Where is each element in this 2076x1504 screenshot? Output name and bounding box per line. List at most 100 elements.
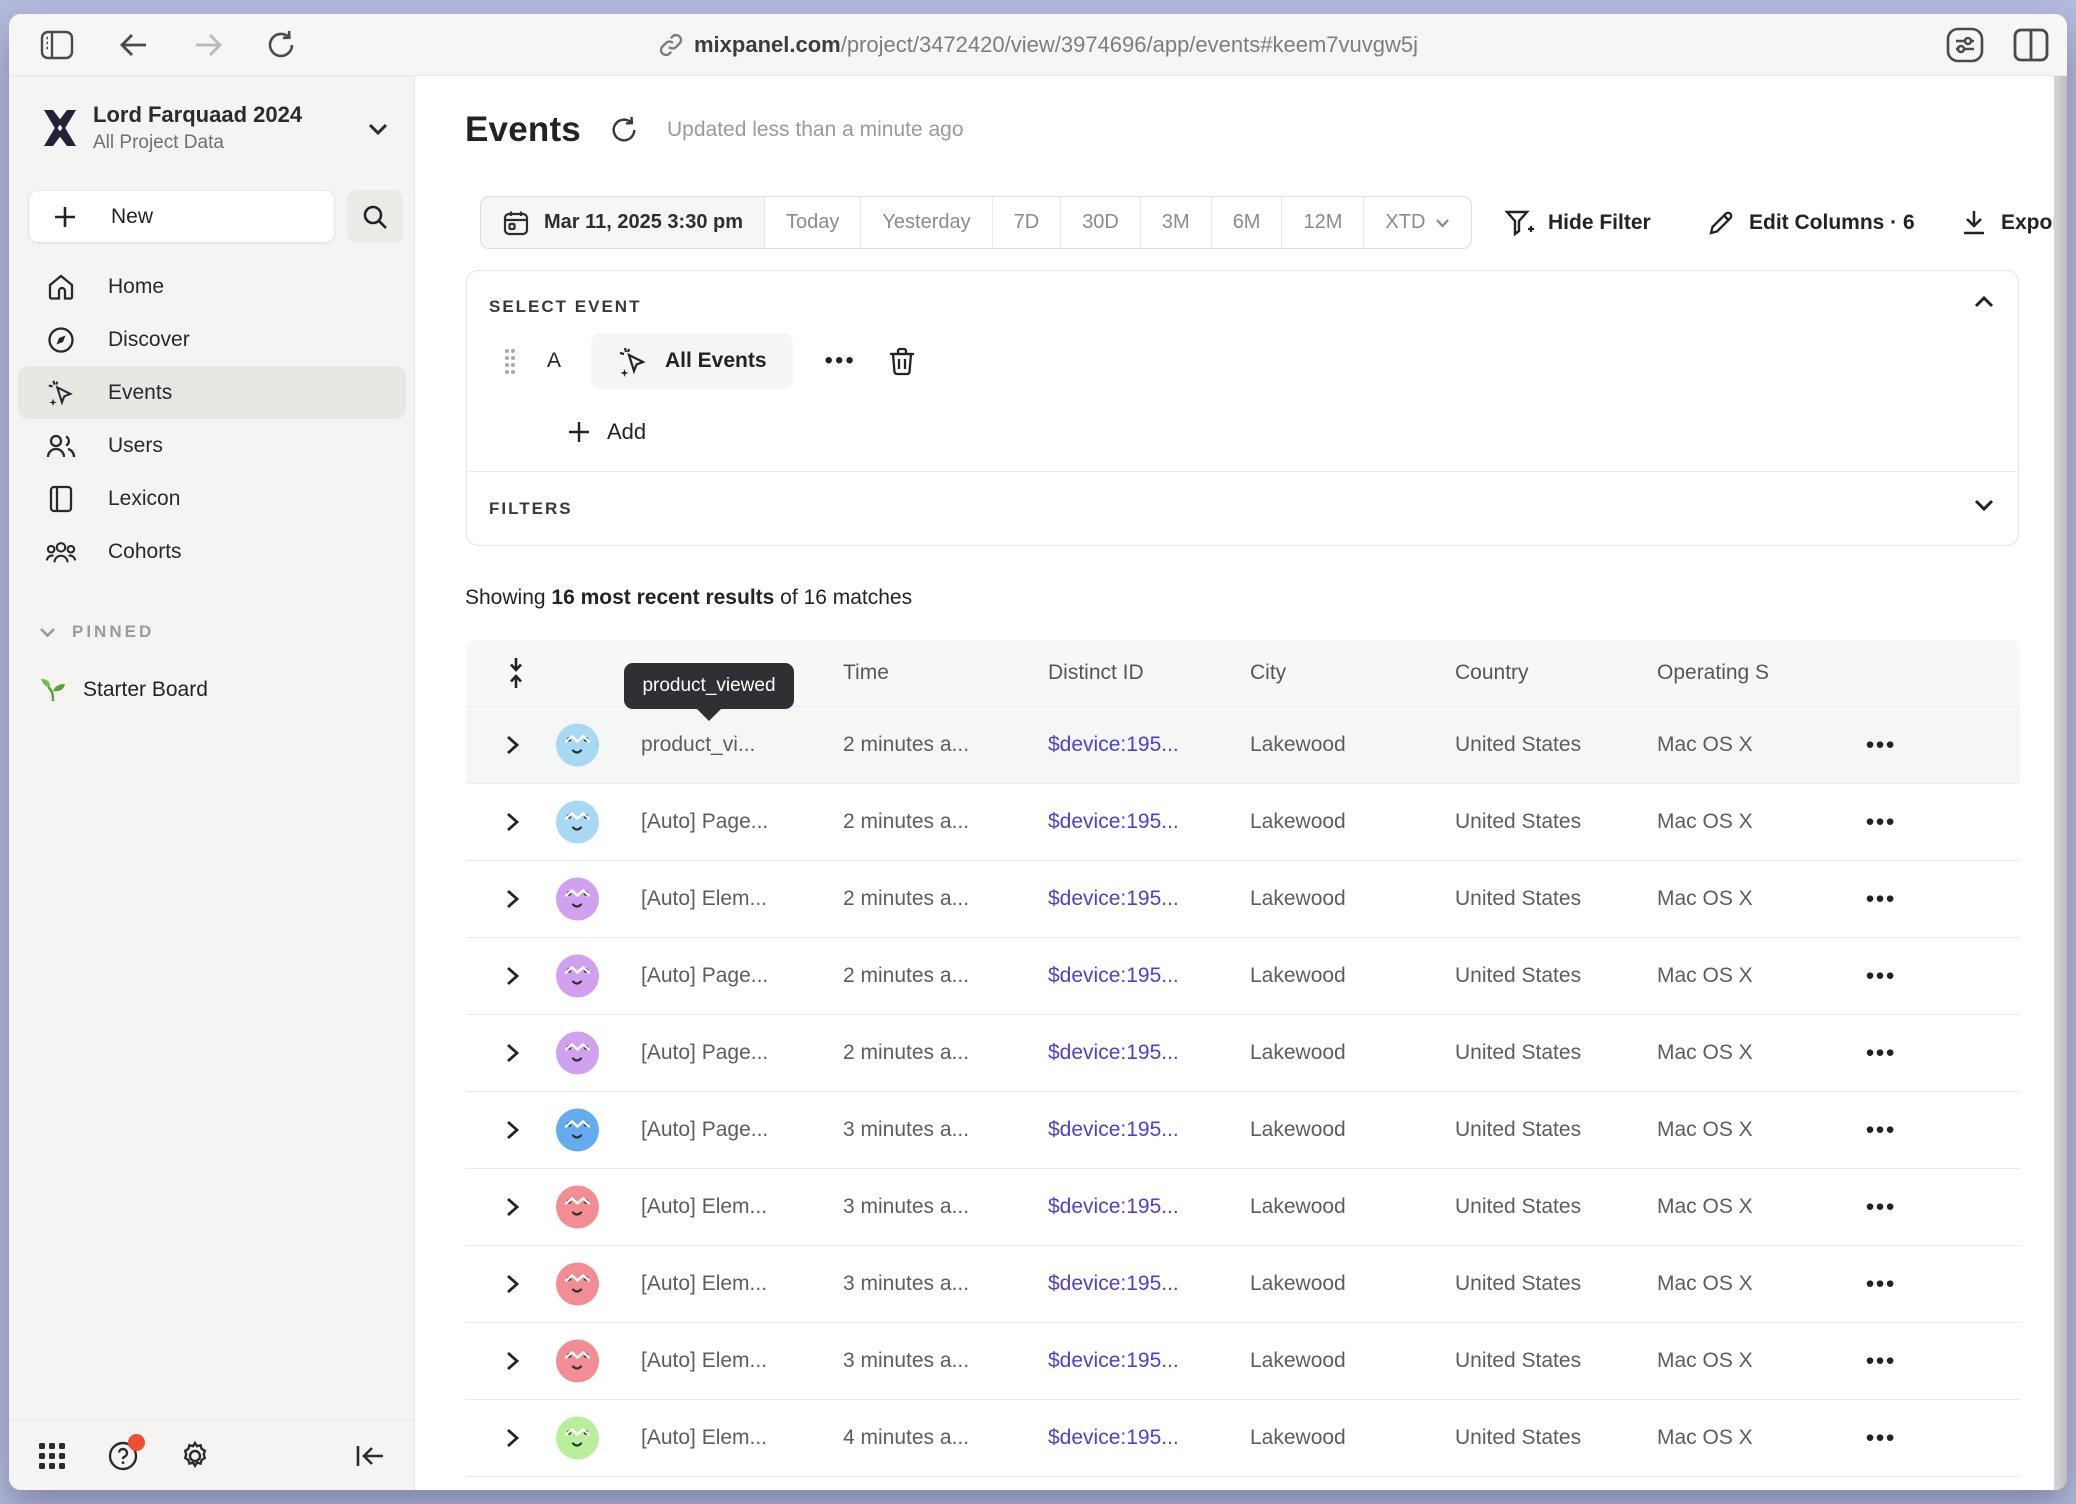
column-header-country[interactable]: Country — [1455, 661, 1529, 685]
sidebar-item-starter-board[interactable]: Starter Board — [39, 676, 208, 704]
column-header-distinct-id[interactable]: Distinct ID — [1048, 661, 1144, 685]
collapse-section-icon[interactable] — [1974, 295, 1994, 308]
date-range-6m[interactable]: 6M — [1211, 197, 1282, 248]
expand-row-icon[interactable] — [506, 1274, 519, 1294]
distinct-id[interactable]: $device:195... — [1048, 1041, 1179, 1065]
sidebar-item-discover[interactable]: Discover — [18, 313, 406, 366]
event-name[interactable]: [Auto] Elem... — [641, 1195, 767, 1219]
row-menu-button[interactable]: ••• — [1866, 963, 1896, 990]
row-menu-button[interactable]: ••• — [1866, 1348, 1896, 1375]
city: Lakewood — [1250, 1349, 1346, 1373]
expand-filters-icon[interactable] — [1974, 499, 1994, 512]
table-row: [Auto] Elem...3 minutes a...$device:195.… — [466, 1323, 2020, 1400]
refresh-results-icon[interactable] — [609, 115, 639, 145]
distinct-id[interactable]: $device:195... — [1048, 887, 1179, 911]
os: Mac OS X — [1657, 1041, 1753, 1065]
expand-row-icon[interactable] — [506, 1351, 519, 1371]
sidebar-item-home[interactable]: Home — [18, 260, 406, 313]
collapse-all-rows-icon[interactable] — [506, 657, 526, 689]
event-name[interactable]: [Auto] Elem... — [641, 1272, 767, 1296]
expand-row-icon[interactable] — [506, 1197, 519, 1217]
sidebar-item-lexicon[interactable]: Lexicon — [18, 472, 406, 525]
date-range-30d[interactable]: 30D — [1060, 197, 1140, 248]
collapse-sidebar-icon[interactable] — [354, 1442, 386, 1470]
city: Lakewood — [1250, 733, 1346, 757]
row-menu-button[interactable]: ••• — [1866, 1271, 1896, 1298]
expand-row-icon[interactable] — [506, 812, 519, 832]
table-row: [Auto] Elem...4 minutes a...$device:195.… — [466, 1400, 2020, 1477]
distinct-id[interactable]: $device:195... — [1048, 1195, 1179, 1219]
expand-row-icon[interactable] — [506, 1428, 519, 1448]
expand-row-icon[interactable] — [506, 1043, 519, 1063]
city: Lakewood — [1250, 964, 1346, 988]
add-event-button[interactable]: Add — [567, 419, 646, 445]
table-row: [Auto] Page...2 minutes a...$device:195.… — [466, 938, 2020, 1015]
column-header-operating-s[interactable]: Operating S — [1657, 661, 1769, 685]
plus-icon — [53, 205, 77, 229]
distinct-id[interactable]: $device:195... — [1048, 733, 1179, 757]
distinct-id[interactable]: $device:195... — [1048, 1426, 1179, 1450]
delete-event-icon[interactable] — [888, 346, 916, 376]
date-range-today[interactable]: Today — [764, 197, 860, 248]
expand-row-icon[interactable] — [506, 966, 519, 986]
os: Mac OS X — [1657, 1195, 1753, 1219]
search-button[interactable] — [347, 190, 403, 243]
help-button[interactable] — [107, 1440, 139, 1472]
date-range-7d[interactable]: 7D — [992, 197, 1061, 248]
url-bar[interactable]: mixpanel.com/project/3472420/view/397469… — [9, 14, 2067, 76]
date-range-12m[interactable]: 12M — [1281, 197, 1363, 248]
page-settings-icon[interactable] — [1945, 26, 1985, 64]
distinct-id[interactable]: $device:195... — [1048, 810, 1179, 834]
expand-row-icon[interactable] — [506, 889, 519, 909]
event-name[interactable]: [Auto] Page... — [641, 1118, 768, 1142]
row-menu-button[interactable]: ••• — [1866, 1040, 1896, 1067]
pinned-section-header[interactable]: PINNED — [39, 622, 154, 642]
mixpanel-logo-icon — [38, 102, 82, 154]
distinct-id[interactable]: $device:195... — [1048, 1272, 1179, 1296]
event-name[interactable]: product_vi... — [641, 733, 755, 757]
row-menu-button[interactable]: ••• — [1866, 732, 1896, 759]
column-header-time[interactable]: Time — [843, 661, 889, 685]
os: Mac OS X — [1657, 1349, 1753, 1373]
hide-filter-button[interactable]: Hide Filter — [1504, 196, 1651, 249]
row-menu-button[interactable]: ••• — [1866, 1117, 1896, 1144]
row-menu-button[interactable]: ••• — [1866, 1194, 1896, 1221]
sidebar-item-label: Discover — [108, 328, 190, 352]
column-header-city[interactable]: City — [1250, 661, 1286, 685]
project-switcher[interactable]: Lord Farquaad 2024 All Project Data — [9, 100, 414, 176]
scrollbar[interactable] — [2054, 76, 2067, 1490]
event-name[interactable]: [Auto] Elem... — [641, 1426, 767, 1450]
table-row: [Auto] Page...2 minutes a...$device:195.… — [466, 784, 2020, 861]
row-menu-button[interactable]: ••• — [1866, 886, 1896, 913]
apps-grid-icon[interactable] — [37, 1441, 67, 1471]
sidebar-item-events[interactable]: Events — [18, 366, 406, 419]
event-name[interactable]: [Auto] Page... — [641, 810, 768, 834]
row-menu-button[interactable]: ••• — [1866, 1425, 1896, 1452]
date-range-3m[interactable]: 3M — [1140, 197, 1211, 248]
event-name[interactable]: [Auto] Elem... — [641, 1349, 767, 1373]
event-avatar — [556, 1109, 599, 1152]
edit-columns-button[interactable]: Edit Columns · 6 — [1707, 196, 1915, 249]
date-picker-button[interactable]: Mar 11, 2025 3:30 pm — [481, 197, 764, 248]
settings-gear-icon[interactable] — [179, 1440, 211, 1472]
date-range-yesterday[interactable]: Yesterday — [860, 197, 991, 248]
event-more-button[interactable]: ••• — [819, 347, 862, 375]
event-avatar — [556, 801, 599, 844]
expand-row-icon[interactable] — [506, 735, 519, 755]
new-button[interactable]: New — [28, 190, 335, 243]
event-name[interactable]: [Auto] Page... — [641, 964, 768, 988]
export-button[interactable]: Export — [1961, 196, 2067, 249]
split-view-icon[interactable] — [2012, 27, 2050, 63]
distinct-id[interactable]: $device:195... — [1048, 1118, 1179, 1142]
sidebar-item-users[interactable]: Users — [18, 419, 406, 472]
event-name[interactable]: [Auto] Page... — [641, 1041, 768, 1065]
expand-row-icon[interactable] — [506, 1120, 519, 1140]
event-selector-chip[interactable]: All Events — [591, 333, 793, 389]
event-name[interactable]: [Auto] Elem... — [641, 887, 767, 911]
row-menu-button[interactable]: ••• — [1866, 809, 1896, 836]
distinct-id[interactable]: $device:195... — [1048, 1349, 1179, 1373]
sidebar-item-cohorts[interactable]: Cohorts — [18, 525, 406, 578]
distinct-id[interactable]: $device:195... — [1048, 964, 1179, 988]
date-range-xtd[interactable]: XTD — [1363, 197, 1471, 248]
drag-handle-icon[interactable] — [503, 345, 517, 377]
